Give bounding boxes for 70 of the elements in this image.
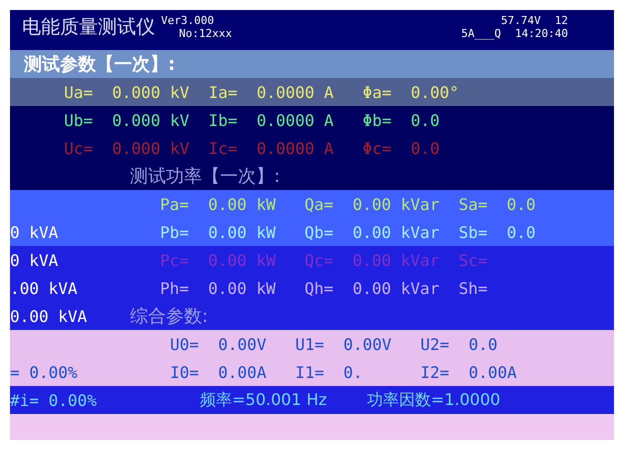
reading-text: 0.00° [410,82,459,102]
reading-text: Sc= [458,250,488,270]
reading-text: Ic= [208,138,238,158]
reading-text: I2= [420,362,450,382]
side-reading: #i= 0.00% [10,390,97,410]
reading-text: Qa= [304,194,334,214]
reading-text: Qc= [304,250,334,270]
reading-text: Ua= [64,82,94,102]
reading-text: Ub= [64,110,94,130]
reading-text: 0.0000 A [256,110,335,130]
reading-text: 0.0 [468,334,498,354]
reading-text: 0.0 [506,194,536,214]
device-title: 电能质量测试仪 [22,15,155,40]
reading-text: 0. [343,362,364,382]
side-reading: .00 kVA [10,278,78,298]
reading-text: Pc= [160,250,190,270]
section-title: 测试参数【一次】: [24,53,176,76]
range-text: 5A___Q [461,27,502,40]
reading-text: 0.0 [506,222,536,242]
reading-text: 0.00 kVar [352,250,440,270]
power-factor-reading: 功率因数=1.0000 [366,390,500,410]
side-reading: 0.00 kVA [10,306,88,326]
reading-text: 0.00V [218,334,268,354]
side-reading: 0 kVA [10,250,58,270]
reading-text: Pa= [160,194,190,214]
reading-text: 0.00A [218,362,268,382]
reading-text: U2= [420,334,450,354]
section-title: 测试功率【一次】: [130,165,280,188]
reading-text: 0.0 [410,110,440,130]
reading-text: 0.00 kVar [352,222,440,242]
side-reading: = 0.00% [10,362,78,382]
reading-text: 0.00 kVar [352,194,440,214]
version-text: Ver3.000 [161,14,215,27]
reading-text: Sb= [458,222,488,242]
status-code: 12 [554,14,568,27]
reading-text: Uc= [64,138,94,158]
reading-text: U1= [295,334,326,354]
reading-text: 0.0 [410,138,440,158]
reading-text: 0.000 kV [112,82,190,102]
reading-text: 0.00 kW [208,278,277,298]
reading-text: 0.00V [343,334,393,354]
reading-text: 0.000 kV [112,110,190,130]
reading-text: 0.0000 A [256,138,335,158]
reading-text: Φa= [362,82,392,102]
reading-text: 0.00 kVar [352,278,440,298]
voltage-reading: 57.74V [501,14,541,27]
reading-text: 0.00 kW [208,250,277,270]
reading-text: Ib= [208,110,238,130]
clock-time: 14:20:40 [515,27,568,40]
serial-number: No:12xxx [179,27,232,40]
reading-text: 0.0000 A [256,82,335,102]
reading-text: Qh= [304,278,334,298]
reading-text: 0.00 kW [208,194,277,214]
reading-text: Sh= [458,278,488,298]
reading-text: Ph= [160,278,190,298]
reading-text: Ia= [208,82,238,102]
reading-text: 0.00A [468,362,517,382]
reading-text: Φc= [362,138,392,158]
reading-text: Pb= [160,222,190,242]
reading-text: 0.00 kW [208,222,277,242]
reading-text: I0= [170,362,200,382]
section-title: 综合参数: [130,305,208,328]
reading-text: 0.000 kV [112,138,190,158]
frequency-reading: 频率=50.001 Hz [200,390,327,410]
reading-text: Sa= [458,194,488,214]
reading-text: U0= [170,334,200,354]
side-reading: 0 kVA [10,222,58,242]
reading-text: Φb= [362,110,392,130]
reading-text: Qb= [304,222,334,242]
reading-text: I1= [295,362,326,382]
